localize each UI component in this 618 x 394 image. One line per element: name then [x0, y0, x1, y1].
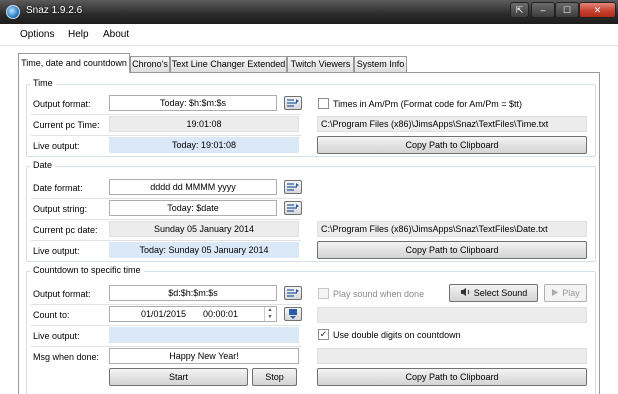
calendar-icon	[289, 309, 297, 319]
tray-icon: ⇱	[515, 5, 524, 15]
calendar-button[interactable]	[284, 307, 302, 321]
time-format-label: Output format:	[33, 99, 91, 109]
divider	[31, 325, 301, 326]
menu-about[interactable]: About	[103, 29, 129, 40]
format-helper-icon	[287, 99, 299, 107]
speaker-icon	[460, 288, 469, 296]
checkmark-icon: ✓	[319, 329, 328, 339]
app-logo-icon	[6, 5, 20, 19]
countdown-format-input[interactable]: $d:$h:$m:$s	[109, 285, 277, 301]
date-format-helper-button[interactable]	[284, 180, 302, 194]
time-group-label: Time	[30, 78, 56, 88]
countdown-file-path	[317, 348, 587, 364]
date-format-label: Date format:	[33, 183, 83, 193]
tab-text-line-changer[interactable]: Text Line Changer Extended	[170, 56, 287, 72]
ampm-label: Times in Am/Pm (Format code for Am/Pm = …	[333, 99, 522, 109]
count-to-datetime-input[interactable]: 01/01/2015 00:00:01	[109, 306, 277, 322]
ampm-checkbox[interactable]	[318, 98, 329, 109]
date-file-path: C:\Program Files (x86)\JimsApps\Snaz\Tex…	[317, 221, 587, 237]
format-helper-icon	[287, 204, 299, 212]
tab-chronos[interactable]: Chrono's	[130, 56, 170, 72]
count-to-label: Count to:	[33, 310, 70, 320]
start-button[interactable]: Start	[109, 368, 248, 386]
date-string-input[interactable]: Today: $date	[109, 200, 277, 216]
countdown-format-label: Output format:	[33, 289, 91, 299]
spin-up-icon[interactable]: ▲	[265, 307, 275, 314]
time-file-path: C:\Program Files (x86)\JimsApps\Snaz\Tex…	[317, 116, 587, 132]
time-format-input[interactable]: Today: $h:$m:$s	[109, 95, 277, 111]
time-live-output: Today: 19:01:08	[109, 137, 299, 153]
date-copy-path-button[interactable]: Copy Path to Clipboard	[317, 241, 587, 259]
countdown-copy-path-button[interactable]: Copy Path to Clipboard	[317, 368, 587, 386]
maximize-button[interactable]: ☐	[555, 2, 579, 18]
countdown-live-label: Live output:	[33, 331, 80, 341]
date-live-label: Live output:	[33, 246, 80, 256]
date-string-label: Output string:	[33, 204, 88, 214]
sound-file-path	[317, 307, 587, 323]
menu-bar	[0, 24, 618, 46]
double-digits-label: Use double digits on countdown	[333, 330, 461, 340]
play-button[interactable]: Play	[544, 284, 587, 302]
countdown-format-helper-button[interactable]	[284, 286, 302, 300]
play-icon	[552, 289, 559, 296]
msg-when-done-input[interactable]: Happy New Year!	[109, 348, 299, 364]
menu-options[interactable]: Options	[20, 29, 54, 40]
count-to-time[interactable]: 00:00:01	[203, 307, 238, 321]
date-group-label: Date	[30, 160, 56, 170]
tray-button[interactable]: ⇱	[510, 2, 529, 18]
play-sound-checkbox[interactable]	[318, 288, 329, 299]
time-live-label: Live output:	[33, 141, 80, 151]
select-sound-button[interactable]: Select Sound	[449, 284, 538, 302]
play-label: Play	[562, 288, 580, 298]
tab-system-info[interactable]: System Info	[354, 56, 407, 72]
current-time-label: Current pc Time:	[33, 120, 100, 130]
select-sound-label: Select Sound	[473, 288, 528, 298]
format-helper-icon	[287, 183, 299, 191]
current-date-label: Current pc date:	[33, 225, 98, 235]
time-format-helper-button[interactable]	[284, 96, 302, 110]
double-digits-checkbox[interactable]: ✓	[318, 329, 329, 340]
date-format-input[interactable]: dddd dd MMMM yyyy	[109, 179, 277, 195]
date-string-helper-button[interactable]	[284, 201, 302, 215]
count-to-date[interactable]: 01/01/2015	[141, 307, 186, 321]
countdown-live-output	[109, 327, 299, 343]
divider	[31, 240, 301, 241]
countdown-group-label: Countdown to specific time	[30, 265, 144, 275]
spin-down-icon[interactable]: ▼	[265, 314, 275, 321]
divider	[31, 135, 301, 136]
format-helper-icon	[287, 289, 299, 297]
play-sound-label: Play sound when done	[333, 289, 425, 299]
time-copy-path-button[interactable]: Copy Path to Clipboard	[317, 136, 587, 154]
menu-help[interactable]: Help	[68, 29, 89, 40]
tab-time-date-countdown[interactable]: Time, date and countdown	[18, 53, 130, 73]
count-to-spinner[interactable]: ▲ ▼	[264, 307, 275, 321]
divider	[31, 219, 301, 220]
divider	[31, 346, 301, 347]
minimize-button[interactable]: –	[531, 2, 555, 18]
window-title: Snaz 1.9.2.6	[26, 5, 83, 16]
stop-button[interactable]: Stop	[252, 368, 297, 386]
date-live-output: Today: Sunday 05 January 2014	[109, 242, 299, 258]
divider	[31, 114, 301, 115]
divider	[31, 304, 301, 305]
tab-twitch-viewers[interactable]: Twitch Viewers	[287, 56, 354, 72]
close-icon: ✕	[593, 5, 602, 15]
current-time-value: 19:01:08	[109, 116, 299, 132]
msg-when-done-label: Msg when done:	[33, 352, 100, 362]
current-date-value: Sunday 05 January 2014	[109, 221, 299, 237]
close-button[interactable]: ✕	[579, 2, 616, 18]
minimize-icon: –	[540, 5, 546, 15]
maximize-icon: ☐	[562, 5, 572, 15]
divider	[31, 198, 301, 199]
